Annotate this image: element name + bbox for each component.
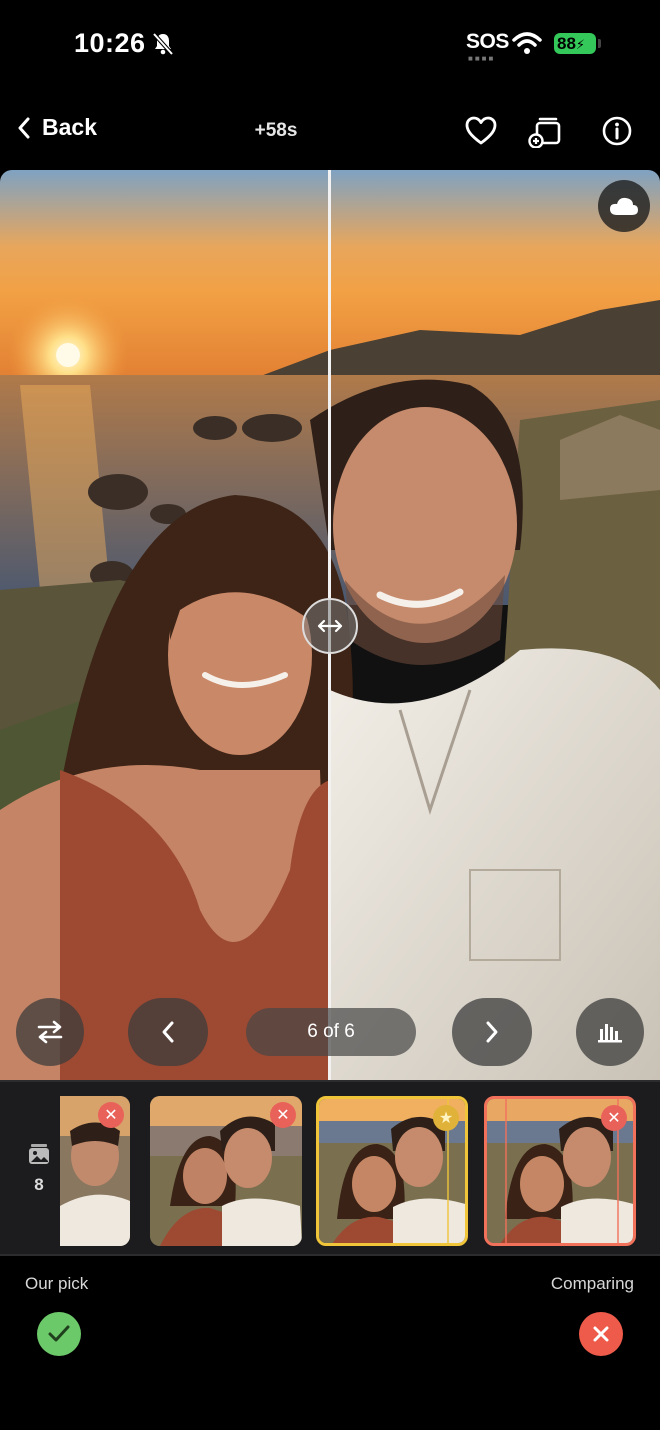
status-bar: 10:26 SOS ■■■■ 88⚡ [0, 0, 660, 90]
bell-slash-icon [152, 32, 174, 56]
battery-tip [598, 39, 601, 48]
heart-icon[interactable] [464, 114, 498, 148]
thumbnail-comparing[interactable]: ✕ [484, 1096, 636, 1246]
our-pick-label: Our pick [25, 1274, 89, 1293]
close-icon [593, 1326, 609, 1342]
histogram-icon [598, 1024, 622, 1043]
rejected-badge: ✕ [270, 1102, 296, 1128]
chevron-left-icon [162, 1021, 174, 1043]
stack-count-number: 8 [34, 1175, 44, 1194]
cloud-button[interactable] [598, 180, 650, 232]
chevron-right-icon [486, 1021, 498, 1043]
comparing-label: Comparing [550, 1274, 634, 1293]
photo-counter: 6 of 6 [246, 1008, 416, 1056]
signal-dots-icon: ■■■■ [468, 54, 496, 63]
stack-count[interactable]: 8 [22, 1142, 56, 1195]
left-right-arrows-icon [317, 619, 343, 633]
histogram-button[interactable] [576, 998, 644, 1066]
reject-compare-button[interactable] [579, 1312, 623, 1356]
photo-stack-icon [29, 1144, 49, 1164]
next-button[interactable] [452, 998, 532, 1066]
thumbnail-strip[interactable]: 8 ✕ ✕ ★ ✕ [0, 1080, 660, 1256]
photo-compare-viewer[interactable]: 6 of 6 [0, 170, 660, 1080]
battery-level: 88 [557, 34, 576, 53]
thumbnail[interactable]: ✕ [60, 1096, 130, 1246]
star-icon: ★ [433, 1105, 459, 1131]
add-to-stack-icon[interactable] [528, 114, 562, 148]
nav-bar: Back +58s [0, 100, 660, 162]
rejected-badge: ✕ [98, 1102, 124, 1128]
compare-drag-handle[interactable] [302, 598, 358, 654]
checkmark-icon [48, 1325, 70, 1342]
keep-pick-button[interactable] [37, 1312, 81, 1356]
sos-indicator: SOS [466, 30, 509, 53]
info-icon[interactable] [600, 114, 634, 148]
rejected-badge: ✕ [601, 1105, 627, 1131]
charging-bolt-icon: ⚡ [575, 37, 586, 52]
thumbnail[interactable]: ✕ [150, 1096, 302, 1246]
cloud-icon [610, 197, 638, 215]
swap-button[interactable] [16, 998, 84, 1066]
status-time: 10:26 [74, 28, 146, 58]
battery-indicator: 88⚡ [554, 33, 596, 54]
swap-arrows-icon [37, 1020, 63, 1044]
wifi-icon [512, 32, 542, 54]
thumbnail-our-pick[interactable]: ★ [316, 1096, 468, 1246]
previous-button[interactable] [128, 998, 208, 1066]
